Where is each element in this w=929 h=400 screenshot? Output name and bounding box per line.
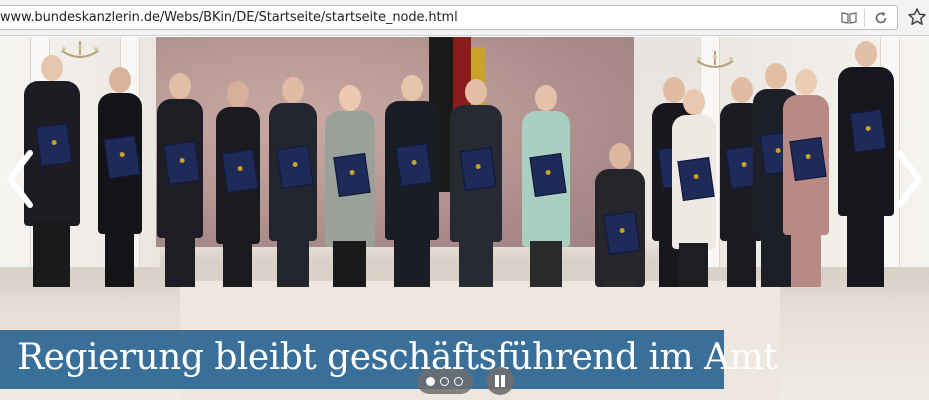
document-folder xyxy=(333,152,371,198)
chevron-right-icon[interactable] xyxy=(893,149,925,209)
person-head xyxy=(663,77,685,103)
document-folder xyxy=(276,144,314,190)
document-folder xyxy=(459,146,497,192)
pause-button[interactable] xyxy=(486,367,514,395)
person-legs xyxy=(603,281,637,287)
slide-dot[interactable] xyxy=(454,377,463,386)
person-legs xyxy=(847,209,885,287)
document-folder xyxy=(603,210,641,256)
person-legs xyxy=(790,229,822,287)
document-folder xyxy=(35,122,73,168)
url-separator xyxy=(864,9,865,27)
reload-icon[interactable] xyxy=(874,11,888,25)
person-legs xyxy=(105,228,135,287)
person-legs xyxy=(164,232,196,287)
document-folder xyxy=(789,136,827,182)
person-legs xyxy=(679,243,709,287)
person-legs xyxy=(277,235,309,287)
document-folder xyxy=(163,140,201,186)
slide-caption[interactable]: Regierung bleibt geschäftsführend im Amt xyxy=(17,337,778,378)
document-folder xyxy=(849,108,887,154)
document-folder xyxy=(529,152,567,198)
document-folder xyxy=(395,142,433,188)
person-head xyxy=(765,63,787,89)
person-head xyxy=(795,69,817,95)
person-legs xyxy=(530,240,562,287)
person-legs xyxy=(223,237,253,287)
pause-icon xyxy=(501,375,505,387)
person-legs xyxy=(333,240,367,287)
bookmark-star-icon[interactable] xyxy=(907,7,927,27)
browser-toolbar: www.bundeskanzlerin.de/Webs/BKin/DE/Star… xyxy=(0,0,929,36)
url-bar[interactable]: www.bundeskanzlerin.de/Webs/BKin/DE/Star… xyxy=(0,5,898,30)
person-head xyxy=(683,89,705,115)
person-head xyxy=(609,143,631,169)
person-head xyxy=(401,75,423,101)
document-folder xyxy=(221,148,259,194)
slide-indicator xyxy=(417,369,473,394)
url-text[interactable]: www.bundeskanzlerin.de/Webs/BKin/DE/Star… xyxy=(0,10,458,25)
pause-icon xyxy=(495,375,499,387)
person-head xyxy=(41,55,63,81)
chevron-left-icon[interactable] xyxy=(4,149,36,209)
person-legs xyxy=(458,236,493,287)
person-head xyxy=(465,79,487,105)
slide-dot[interactable] xyxy=(426,377,435,386)
reader-view-icon[interactable] xyxy=(841,12,857,24)
person-head xyxy=(855,41,877,67)
document-folder xyxy=(677,156,715,202)
person-head xyxy=(282,77,304,103)
person-head xyxy=(731,77,753,103)
person-legs xyxy=(394,233,430,287)
person-head xyxy=(169,73,191,99)
slide-dot[interactable] xyxy=(440,377,449,386)
document-folder xyxy=(103,134,141,180)
hero-slider: Regierung bleibt geschäftsführend im Amt xyxy=(0,37,929,400)
person-legs xyxy=(33,219,71,287)
person-head xyxy=(339,85,361,111)
person-head xyxy=(109,67,131,93)
person-head xyxy=(535,85,557,111)
person-legs xyxy=(727,235,757,287)
person-head xyxy=(227,81,249,107)
